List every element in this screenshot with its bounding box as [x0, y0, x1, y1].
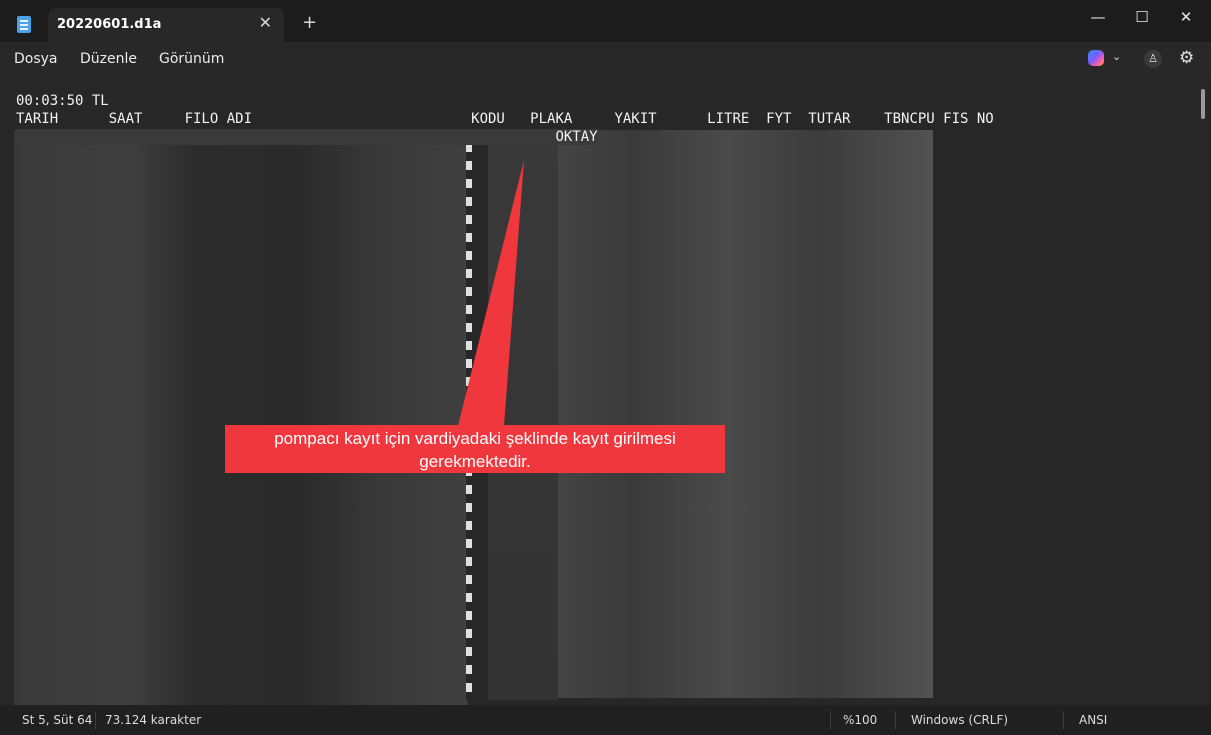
cursor-position: St 5, Süt 64 — [22, 713, 93, 727]
encoding[interactable]: ANSI — [1079, 713, 1107, 727]
zoom-level[interactable]: %100 — [843, 713, 877, 727]
status-bar: St 5, Süt 64 73.124 karakter %100 Window… — [0, 705, 1211, 735]
status-divider — [895, 711, 896, 729]
callout-pointer — [458, 160, 524, 426]
character-count: 73.124 karakter — [105, 713, 202, 727]
status-divider — [830, 711, 831, 729]
annotation-callout: pompacı kayıt için vardiyadaki şeklinde … — [225, 425, 725, 473]
status-divider — [95, 711, 96, 729]
status-divider — [1063, 711, 1064, 729]
callout-text: pompacı kayıt için vardiyadaki şeklinde … — [274, 429, 676, 471]
line-ending[interactable]: Windows (CRLF) — [911, 713, 1008, 727]
